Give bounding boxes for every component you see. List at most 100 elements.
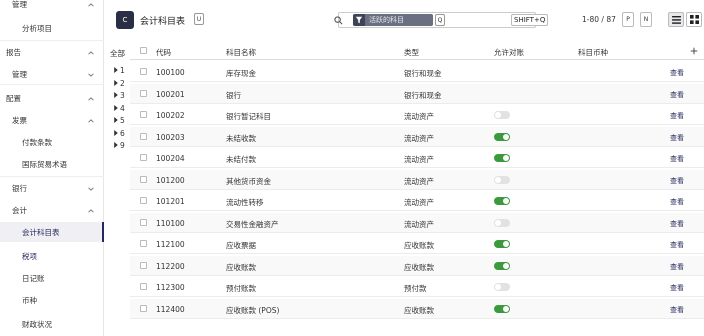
row-checkbox[interactable] bbox=[140, 283, 147, 290]
group-item[interactable]: 1 bbox=[114, 66, 125, 75]
row-checkbox[interactable] bbox=[140, 240, 147, 247]
table-row[interactable]: 100203 未结收款 流动资产 查看 bbox=[130, 126, 704, 147]
chevron-down-icon[interactable] bbox=[88, 71, 94, 77]
row-checkbox[interactable] bbox=[140, 175, 147, 183]
reconcile-toggle[interactable] bbox=[494, 111, 510, 119]
chevron-up-icon[interactable] bbox=[88, 117, 94, 123]
chevron-up-icon[interactable] bbox=[88, 1, 94, 7]
table-row[interactable]: 112300 预付账款 预付款 查看 bbox=[130, 277, 704, 297]
list-view-button[interactable] bbox=[668, 12, 684, 27]
row-checkbox[interactable] bbox=[140, 132, 147, 140]
view-button[interactable]: 查看 bbox=[670, 68, 684, 78]
table-row[interactable]: 110100 交易性金融资产 流动资产 查看 bbox=[130, 212, 704, 233]
row-checkbox[interactable] bbox=[140, 218, 147, 226]
table-row[interactable]: 100204 未结付款 流动资产 查看 bbox=[130, 148, 704, 168]
column-header-reconcile[interactable]: 允许对账 bbox=[494, 47, 524, 58]
cell-type: 流动资产 bbox=[404, 112, 434, 121]
column-header-name[interactable]: 科目名称 bbox=[226, 47, 256, 58]
view-button[interactable]: 查看 bbox=[670, 176, 684, 186]
search-facet[interactable]: 活跃的科目 bbox=[353, 14, 433, 26]
view-button[interactable]: 查看 bbox=[670, 197, 684, 207]
view-button[interactable]: 查看 bbox=[670, 219, 684, 229]
sidebar-item[interactable]: 日记账 bbox=[0, 268, 104, 288]
group-item[interactable]: 3 bbox=[114, 91, 125, 100]
pager-previous-button[interactable]: P bbox=[622, 12, 634, 27]
sidebar-item[interactable]: 税项 bbox=[0, 246, 104, 266]
reconcile-toggle[interactable] bbox=[494, 261, 510, 270]
table-row[interactable]: 112200 应收账款 应收账款 查看 bbox=[130, 255, 704, 276]
optional-columns-icon[interactable] bbox=[690, 47, 698, 55]
app-logo-button[interactable]: C bbox=[116, 11, 134, 29]
group-item[interactable]: 5 bbox=[114, 116, 125, 125]
group-item[interactable]: 2 bbox=[114, 79, 125, 88]
search-box[interactable]: 活跃的科目 Q bbox=[334, 12, 536, 28]
row-checkbox[interactable] bbox=[140, 111, 147, 118]
table-row[interactable]: 100201 银行 银行和现金 查看 bbox=[130, 83, 704, 104]
sidebar-item[interactable]: 财政状况 bbox=[0, 314, 104, 334]
sidebar-item[interactable]: 银行 bbox=[0, 178, 104, 198]
title-gear-icon[interactable]: U bbox=[194, 13, 204, 25]
view-button[interactable]: 查看 bbox=[670, 305, 684, 315]
sidebar-item[interactable]: 发票 bbox=[0, 110, 104, 130]
reconcile-toggle[interactable] bbox=[494, 132, 510, 141]
row-checkbox[interactable] bbox=[140, 304, 147, 312]
select-all-checkbox[interactable] bbox=[140, 47, 147, 54]
facet-remove-button[interactable]: Q bbox=[435, 14, 445, 26]
group-item[interactable]: 9 bbox=[114, 141, 125, 150]
sidebar-item[interactable]: 分析项目 bbox=[0, 18, 104, 38]
column-header-code[interactable]: 代码 bbox=[156, 47, 171, 58]
reconcile-toggle[interactable] bbox=[494, 154, 510, 162]
sidebar-item[interactable]: 管理 bbox=[0, 0, 104, 14]
table-row[interactable]: 112100 应收票据 应收账款 查看 bbox=[130, 234, 704, 254]
row-checkbox[interactable] bbox=[140, 154, 147, 161]
row-checkbox[interactable] bbox=[140, 261, 147, 269]
reconcile-toggle[interactable] bbox=[494, 283, 510, 291]
chevron-down-icon[interactable] bbox=[88, 185, 94, 191]
view-button[interactable]: 查看 bbox=[670, 133, 684, 143]
sidebar-item[interactable]: 币种 bbox=[0, 290, 104, 310]
cell-type: 应收账款 bbox=[404, 241, 434, 250]
kanban-view-button[interactable] bbox=[686, 12, 702, 27]
chevron-up-icon[interactable] bbox=[88, 207, 94, 213]
pager-value[interactable]: 1-80 / 87 bbox=[582, 15, 616, 24]
pager-next-button[interactable]: N bbox=[640, 12, 652, 27]
reconcile-toggle[interactable] bbox=[494, 240, 510, 248]
chevron-up-icon[interactable] bbox=[88, 49, 94, 55]
chevron-up-icon[interactable] bbox=[88, 95, 94, 101]
reconcile-toggle[interactable] bbox=[494, 218, 510, 227]
sidebar-item[interactable]: 付款条款 bbox=[0, 132, 104, 152]
group-all[interactable]: 全部 bbox=[110, 48, 125, 59]
group-item[interactable]: 4 bbox=[114, 104, 125, 113]
view-button[interactable]: 查看 bbox=[670, 111, 684, 121]
table-row[interactable]: 100202 银行暂记科目 流动资产 查看 bbox=[130, 105, 704, 125]
cell-name: 未结收款 bbox=[226, 133, 256, 143]
facet-label: 活跃的科目 bbox=[369, 16, 404, 24]
sidebar-item[interactable]: 配置 bbox=[0, 88, 104, 108]
row-checkbox[interactable] bbox=[140, 197, 147, 204]
reconcile-toggle[interactable] bbox=[494, 304, 510, 313]
row-checkbox[interactable] bbox=[140, 68, 147, 75]
view-button[interactable]: 查看 bbox=[670, 262, 684, 272]
view-button[interactable]: 查看 bbox=[670, 90, 684, 100]
view-button[interactable]: 查看 bbox=[670, 154, 684, 164]
sidebar-item[interactable]: 报告 bbox=[0, 42, 104, 62]
reconcile-toggle[interactable] bbox=[494, 175, 510, 184]
table-row[interactable]: 101200 其他货币资金 流动资产 查看 bbox=[130, 169, 704, 190]
group-item[interactable]: 6 bbox=[114, 129, 125, 138]
row-checkbox[interactable] bbox=[140, 89, 147, 97]
cell-type: 银行和现金 bbox=[404, 69, 442, 78]
column-header-currency[interactable]: 科目币种 bbox=[578, 47, 608, 58]
view-button[interactable]: 查看 bbox=[670, 240, 684, 250]
view-button[interactable]: 查看 bbox=[670, 283, 684, 293]
table-row[interactable]: 112400 应收账款 (POS) 应收账款 查看 bbox=[130, 298, 704, 319]
sidebar-item[interactable]: 会计科目表 bbox=[0, 222, 104, 242]
table-row[interactable]: 100100 库存现金 银行和现金 查看 bbox=[130, 62, 704, 82]
table-row[interactable]: 101201 流动性转移 流动资产 查看 bbox=[130, 191, 704, 211]
reconcile-toggle[interactable] bbox=[494, 197, 510, 205]
column-header-type[interactable]: 类型 bbox=[404, 47, 419, 58]
sidebar-item[interactable]: 管理 bbox=[0, 64, 104, 84]
filter-icon bbox=[353, 14, 365, 26]
caret-right-icon bbox=[114, 92, 118, 98]
sidebar-item[interactable]: 会计 bbox=[0, 200, 104, 220]
sidebar-item[interactable]: 国际贸易术语 bbox=[0, 154, 104, 174]
